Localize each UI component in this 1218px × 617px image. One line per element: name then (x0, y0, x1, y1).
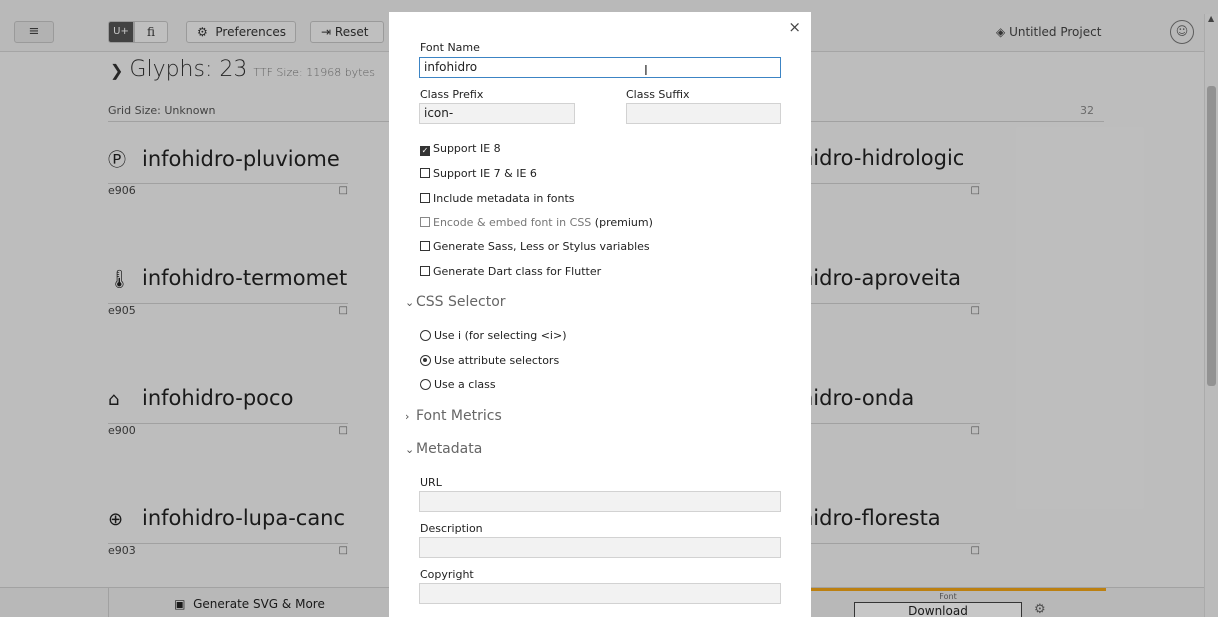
close-icon[interactable]: × (788, 18, 801, 36)
chevron-down-icon: ⌄ (405, 443, 415, 456)
url-input[interactable] (419, 491, 781, 512)
option-label: Support IE 8 (433, 142, 501, 155)
support-ie8-checkbox[interactable]: ✓ Support IE 8 (420, 142, 501, 156)
option-label: Generate Sass, Less or Stylus variables (433, 240, 650, 253)
option-label: Encode & embed font in CSS (433, 216, 592, 229)
class-suffix-label: Class Suffix (626, 88, 690, 101)
option-label: Support IE 7 & IE 6 (433, 167, 537, 180)
css-selector-section[interactable]: ⌄ CSS Selector (405, 294, 506, 310)
checkbox-icon (420, 217, 430, 227)
radio-label: Use a class (434, 378, 496, 391)
section-title: CSS Selector (416, 294, 506, 310)
section-title: Metadata (416, 441, 483, 457)
class-prefix-label: Class Prefix (420, 88, 484, 101)
metadata-section[interactable]: ⌄ Metadata (405, 441, 482, 457)
checkbox-icon (420, 168, 430, 178)
copyright-input[interactable] (419, 583, 781, 604)
radio-label: Use i (for selecting <i>) (434, 329, 567, 342)
option-label: Generate Dart class for Flutter (433, 265, 602, 278)
description-label: Description (420, 522, 483, 535)
font-metrics-section[interactable]: › Font Metrics (405, 408, 502, 424)
option-label: Include metadata in fonts (433, 192, 575, 205)
chevron-right-icon: › (405, 410, 410, 423)
copyright-label: Copyright (420, 568, 474, 581)
checkbox-icon (420, 241, 430, 251)
selector-radio-attribute[interactable]: Use attribute selectors (420, 354, 559, 367)
include-metadata-checkbox[interactable]: Include metadata in fonts (420, 192, 575, 205)
radio-icon (420, 330, 431, 341)
embed-font-checkbox[interactable]: Encode & embed font in CSS (premium) (420, 216, 653, 229)
generate-dart-checkbox[interactable]: Generate Dart class for Flutter (420, 265, 601, 278)
radio-label: Use attribute selectors (434, 354, 560, 367)
checkbox-icon (420, 266, 430, 276)
selector-radio-i[interactable]: Use i (for selecting <i>) (420, 329, 566, 342)
class-suffix-input[interactable] (626, 103, 781, 124)
text-cursor-icon: I (644, 64, 648, 79)
radio-selected-icon (420, 355, 431, 366)
font-name-value: infohidro (424, 60, 478, 74)
font-name-label: Font Name (420, 41, 480, 54)
checkbox-checked-icon: ✓ (420, 146, 430, 156)
chevron-down-icon: ⌄ (405, 296, 415, 309)
description-input[interactable] (419, 537, 781, 558)
class-prefix-input[interactable]: icon- (419, 103, 575, 124)
generate-sass-checkbox[interactable]: Generate Sass, Less or Stylus variables (420, 240, 650, 253)
support-ie7-checkbox[interactable]: Support IE 7 & IE 6 (420, 167, 537, 180)
radio-icon (420, 379, 431, 390)
font-preferences-dialog: × Font Name infohidro I Class Prefix ico… (389, 12, 811, 617)
selector-radio-class[interactable]: Use a class (420, 378, 496, 391)
section-title: Font Metrics (416, 408, 502, 424)
premium-label: (premium) (594, 216, 653, 229)
class-prefix-value: icon- (424, 106, 454, 120)
url-label: URL (420, 476, 442, 489)
font-name-input[interactable]: infohidro I (419, 57, 781, 79)
checkbox-icon (420, 193, 430, 203)
